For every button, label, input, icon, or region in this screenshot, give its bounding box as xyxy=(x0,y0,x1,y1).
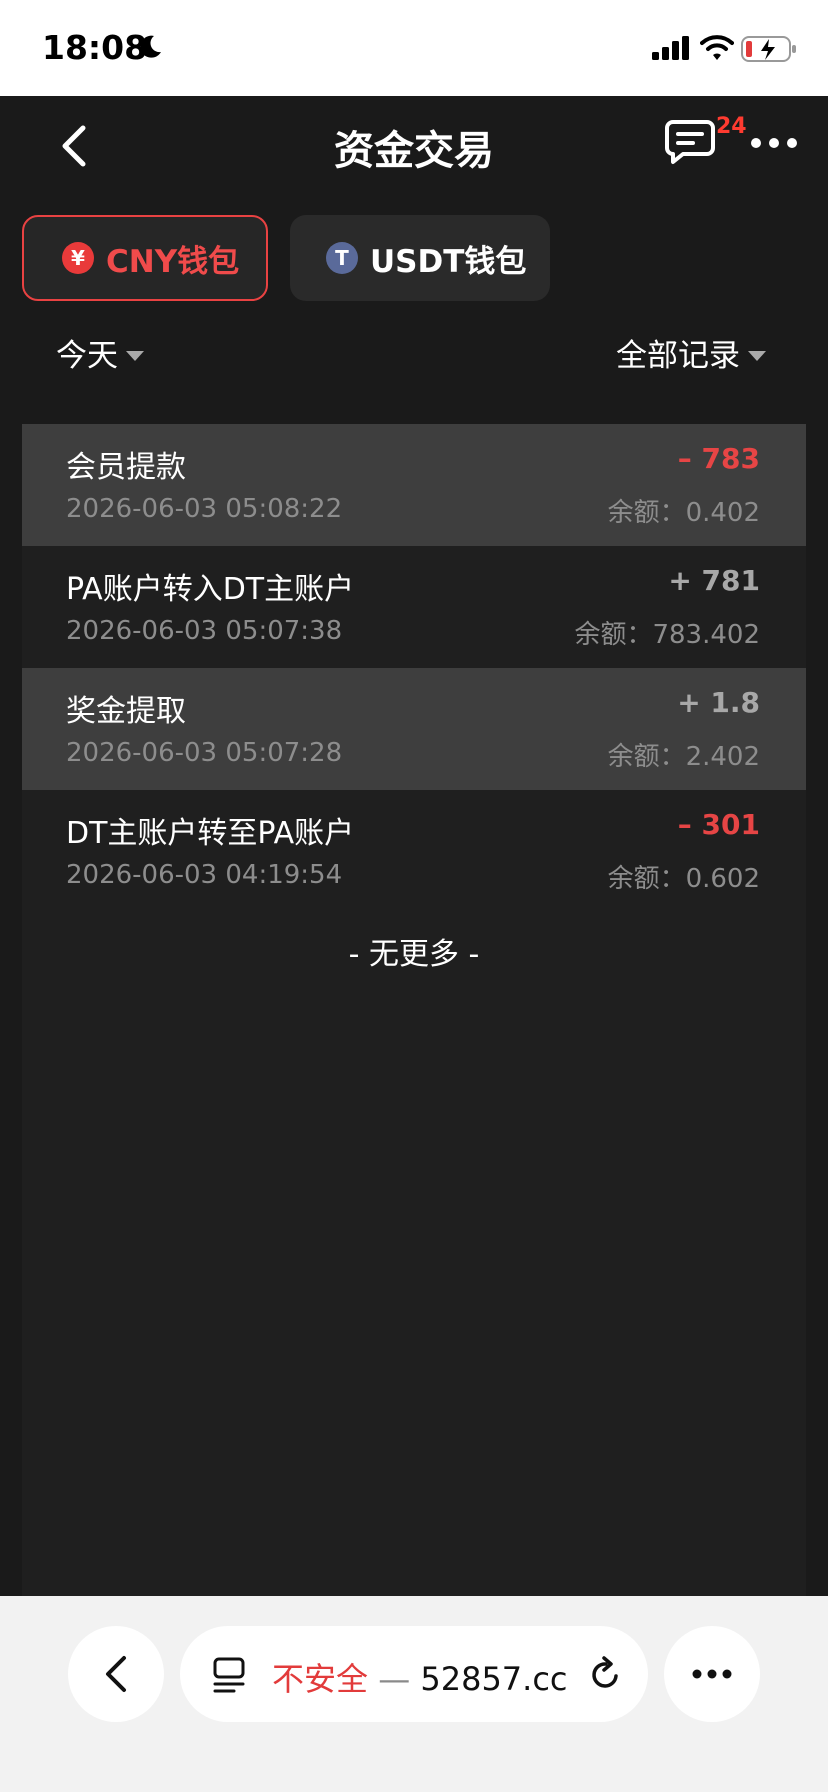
transaction-time: 2026-06-03 05:07:28 xyxy=(66,738,343,768)
tab-label: CNY钱包 xyxy=(106,243,240,280)
more-icon xyxy=(692,1669,732,1679)
reader-mode-icon[interactable] xyxy=(212,1656,246,1694)
url-separator: — xyxy=(368,1660,421,1698)
message-count-badge: 24 xyxy=(716,114,747,139)
status-time: 18:08 xyxy=(42,28,148,67)
transaction-balance: 余额：783.402 xyxy=(574,620,760,650)
status-bar: 18:08 xyxy=(0,0,828,96)
transaction-row[interactable]: 奖金提取 2026-06-03 05:07:28 + 1.8 余额：2.402 xyxy=(22,668,806,790)
reload-icon[interactable] xyxy=(588,1654,624,1694)
transaction-balance: 余额：2.402 xyxy=(607,742,760,772)
more-icon[interactable] xyxy=(750,136,798,150)
transaction-balance: 余额：0.402 xyxy=(607,498,760,528)
moon-icon xyxy=(140,35,161,58)
record-type-filter-dropdown[interactable]: 全部记录 xyxy=(616,330,766,375)
caret-down-icon xyxy=(748,350,766,361)
transaction-title: 会员提款 xyxy=(66,450,186,485)
caret-down-icon xyxy=(126,350,144,361)
transaction-time: 2026-06-03 04:19:54 xyxy=(66,860,343,890)
chevron-left-icon xyxy=(106,1656,126,1692)
browser-more-button[interactable] xyxy=(664,1626,760,1722)
transaction-list: 会员提款 2026-06-03 05:08:22 – 783 余额：0.402 … xyxy=(22,424,806,1596)
date-filter-label: 今天 xyxy=(56,338,118,374)
tab-label: USDT钱包 xyxy=(370,243,527,280)
browser-toolbar: 不安全 — 52857.cc xyxy=(0,1596,828,1792)
wifi-icon xyxy=(700,35,734,60)
transaction-row[interactable]: 会员提款 2026-06-03 05:08:22 – 783 余额：0.402 xyxy=(22,424,806,546)
not-secure-label: 不安全 xyxy=(272,1660,369,1698)
transaction-row[interactable]: PA账户转入DT主账户 2026-06-03 05:07:38 + 781 余额… xyxy=(22,546,806,668)
browser-back-button[interactable] xyxy=(68,1626,164,1722)
transaction-amount: – 301 xyxy=(677,808,760,841)
no-more-label: - 无更多 - xyxy=(348,937,480,972)
url-domain: 52857.cc xyxy=(420,1660,568,1698)
transaction-time: 2026-06-03 05:07:38 xyxy=(66,616,343,646)
record-type-filter-label: 全部记录 xyxy=(616,338,740,374)
url-text: 不安全 — 52857.cc xyxy=(272,1654,568,1700)
tether-coin-icon: T xyxy=(326,242,358,274)
transaction-time: 2026-06-03 05:08:22 xyxy=(66,494,343,524)
transaction-title: PA账户转入DT主账户 xyxy=(66,572,355,607)
app-header: 资金交易 24 xyxy=(0,96,828,196)
transaction-balance: 余额：0.602 xyxy=(607,864,760,894)
transaction-amount: + 781 xyxy=(668,564,760,597)
transaction-amount: + 1.8 xyxy=(677,686,760,719)
date-filter-dropdown[interactable]: 今天 xyxy=(56,330,144,375)
transaction-row[interactable]: DT主账户转至PA账户 2026-06-03 04:19:54 – 301 余额… xyxy=(22,790,806,912)
transaction-title: 奖金提取 xyxy=(66,694,186,729)
battery-charging-icon xyxy=(741,36,796,62)
cny-coin-icon: ¥ xyxy=(62,242,94,274)
message-icon[interactable] xyxy=(665,118,715,166)
cellular-signal-icon xyxy=(652,36,689,60)
transaction-title: DT主账户转至PA账户 xyxy=(66,816,355,851)
tab-usdt-wallet[interactable]: T USDT钱包 xyxy=(290,215,550,301)
transaction-amount: – 783 xyxy=(677,442,760,475)
tab-cny-wallet[interactable]: ¥ CNY钱包 xyxy=(22,215,268,301)
address-bar[interactable]: 不安全 — 52857.cc xyxy=(180,1626,648,1722)
